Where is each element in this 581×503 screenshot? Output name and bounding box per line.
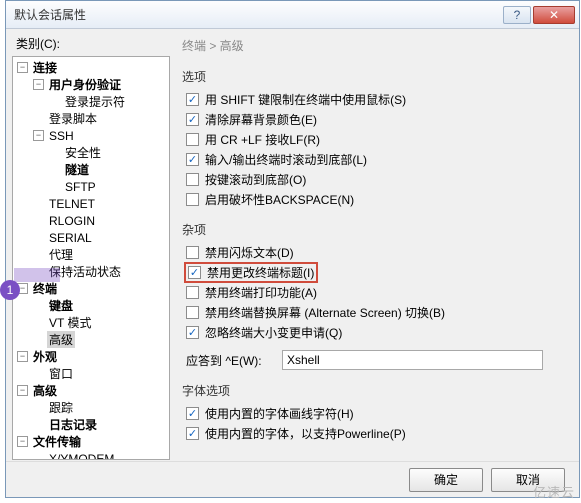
- ok-button[interactable]: 确定: [409, 468, 483, 492]
- section-options: 选项: [182, 68, 567, 85]
- titlebar: 默认会话属性 ? ✕: [6, 1, 579, 29]
- toggle-icon[interactable]: −: [33, 79, 44, 90]
- toggle-icon[interactable]: −: [33, 130, 44, 141]
- tree-window[interactable]: 窗口: [47, 365, 75, 382]
- label-disable-print: 禁用终端打印功能(A): [205, 284, 317, 301]
- checkbox-disable-altscreen[interactable]: [186, 306, 199, 319]
- tree-loginprompt[interactable]: 登录提示符: [63, 93, 127, 110]
- button-bar: 确定 取消: [6, 461, 579, 497]
- annotation-highlight: [14, 268, 60, 282]
- checkbox-disable-blink[interactable]: [186, 246, 199, 259]
- checkbox-ignore-resize[interactable]: [186, 326, 199, 339]
- tree-xymodem[interactable]: X/YMODEM: [47, 452, 116, 461]
- toggle-icon[interactable]: −: [17, 385, 28, 396]
- breadcrumb: 终端 > 高级: [180, 33, 567, 64]
- label-disable-title: 禁用更改终端标题(I): [207, 264, 314, 281]
- checkbox-crlf[interactable]: [186, 133, 199, 146]
- label-disable-altscreen: 禁用终端替换屏幕 (Alternate Screen) 切换(B): [205, 304, 445, 321]
- window-title: 默认会话属性: [10, 6, 501, 23]
- checkbox-clear-bg[interactable]: [186, 113, 199, 126]
- label-builtin-linedraw: 使用内置的字体画线字符(H): [205, 405, 354, 422]
- content-area: 类别(C): −连接 −用户身份验证 登录提示符 登录脚本 −SSH 安全性 隧…: [6, 29, 579, 461]
- dialog-window: 默认会话属性 ? ✕ 类别(C): −连接 −用户身份验证 登录提示符 登录脚本…: [5, 0, 580, 498]
- tree-filetransfer[interactable]: 文件传输: [31, 433, 83, 450]
- category-label: 类别(C):: [12, 33, 170, 56]
- tree-terminal[interactable]: 终端: [31, 280, 59, 297]
- checkbox-shift-mouse[interactable]: [186, 93, 199, 106]
- tree-rlogin[interactable]: RLOGIN: [47, 214, 97, 228]
- label-clear-bg: 清除屏幕背景颜色(E): [205, 111, 317, 128]
- help-button[interactable]: ?: [503, 6, 531, 24]
- tree-appearance[interactable]: 外观: [31, 348, 59, 365]
- tree-auth[interactable]: 用户身份验证: [47, 76, 123, 93]
- settings-panel: 终端 > 高级 选项 用 SHIFT 键限制在终端中使用鼠标(S) 清除屏幕背景…: [170, 33, 573, 461]
- label-scroll-key: 按键滚动到底部(O): [205, 171, 306, 188]
- close-button[interactable]: ✕: [533, 6, 575, 24]
- tree-advanced2[interactable]: 高级: [31, 382, 59, 399]
- checkbox-scroll-key[interactable]: [186, 173, 199, 186]
- respond-label: 应答到 ^E(W):: [186, 352, 282, 369]
- tree-serial[interactable]: SERIAL: [47, 231, 94, 245]
- label-backspace: 启用破坏性BACKSPACE(N): [205, 191, 354, 208]
- checkbox-disable-title[interactable]: [188, 266, 201, 279]
- checkbox-disable-print[interactable]: [186, 286, 199, 299]
- tree-keyboard[interactable]: 键盘: [47, 297, 75, 314]
- tree-connection[interactable]: 连接: [31, 59, 59, 76]
- toggle-icon[interactable]: −: [17, 62, 28, 73]
- label-builtin-powerline: 使用内置的字体，以支持Powerline(P): [205, 425, 406, 442]
- respond-input[interactable]: [282, 350, 543, 370]
- label-crlf: 用 CR +LF 接收LF(R): [205, 131, 320, 148]
- category-panel: 类别(C): −连接 −用户身份验证 登录提示符 登录脚本 −SSH 安全性 隧…: [12, 33, 170, 461]
- label-ignore-resize: 忽略终端大小变更申请(Q): [205, 324, 342, 341]
- annotation-marker-1: 1: [0, 280, 20, 300]
- tree-telnet[interactable]: TELNET: [47, 197, 97, 211]
- tree-loginscript[interactable]: 登录脚本: [47, 110, 99, 127]
- section-misc: 杂项: [182, 221, 567, 238]
- checkbox-backspace[interactable]: [186, 193, 199, 206]
- checkbox-builtin-linedraw[interactable]: [186, 407, 199, 420]
- watermark: 亿速云: [533, 482, 575, 501]
- section-fontopts: 字体选项: [182, 382, 567, 399]
- tree-ssh[interactable]: SSH: [47, 129, 76, 143]
- tree-logging[interactable]: 日志记录: [47, 416, 99, 433]
- tree-trace[interactable]: 跟踪: [47, 399, 75, 416]
- tree-vtmode[interactable]: VT 模式: [47, 314, 93, 331]
- tree-security[interactable]: 安全性: [63, 144, 103, 161]
- toggle-icon[interactable]: −: [17, 351, 28, 362]
- tree-sftp[interactable]: SFTP: [63, 180, 98, 194]
- category-tree[interactable]: −连接 −用户身份验证 登录提示符 登录脚本 −SSH 安全性 隧道 SFTP …: [12, 56, 170, 460]
- checkbox-builtin-powerline[interactable]: [186, 427, 199, 440]
- tree-proxy[interactable]: 代理: [47, 246, 75, 263]
- toggle-icon[interactable]: −: [17, 436, 28, 447]
- tree-advanced[interactable]: 高级: [47, 331, 75, 348]
- checkbox-scroll-io[interactable]: [186, 153, 199, 166]
- label-scroll-io: 输入/输出终端时滚动到底部(L): [205, 151, 367, 168]
- label-shift-mouse: 用 SHIFT 键限制在终端中使用鼠标(S): [205, 91, 406, 108]
- label-disable-blink: 禁用闪烁文本(D): [205, 244, 294, 261]
- tree-tunnel[interactable]: 隧道: [63, 161, 91, 178]
